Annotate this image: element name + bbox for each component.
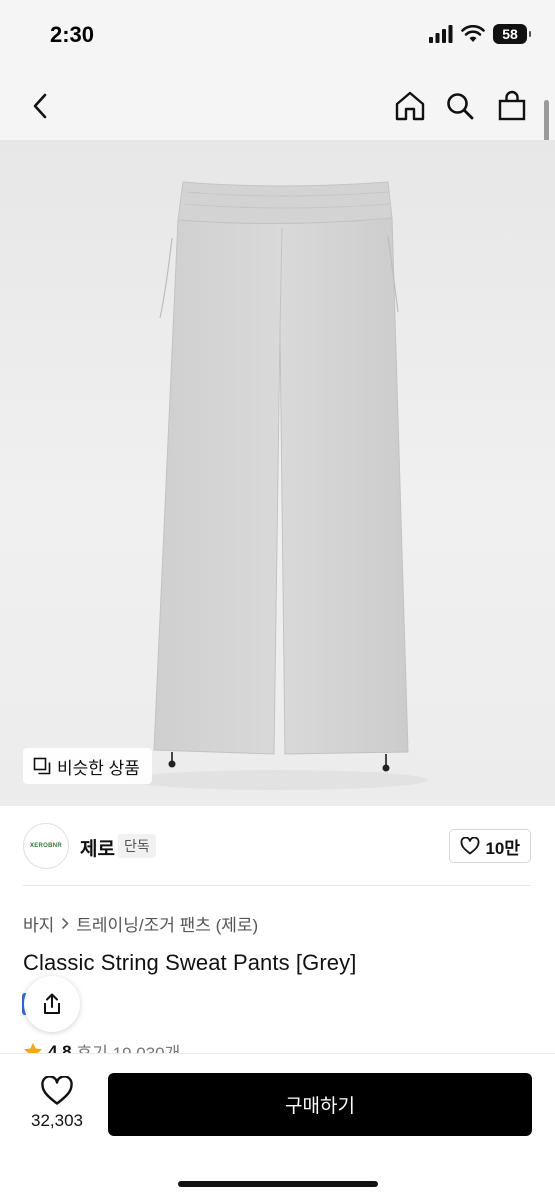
breadcrumb: 바지 트레이닝/조거 팬츠 (제로) xyxy=(23,911,258,936)
shopping-bag-icon xyxy=(498,90,526,121)
buy-button[interactable]: 구매하기 xyxy=(108,1073,532,1136)
share-icon xyxy=(44,993,60,1014)
breadcrumb-category[interactable]: 바지 xyxy=(23,911,54,936)
back-button[interactable] xyxy=(18,84,62,128)
brand-logo-text: XEROBNR xyxy=(29,843,63,849)
home-indicator xyxy=(178,1181,378,1187)
brand-like-count: 10만 xyxy=(485,838,520,858)
breadcrumb-subcategory[interactable]: 트레이닝/조거 팬츠 (제로) xyxy=(76,911,258,936)
product-image[interactable]: 비슷한 상품 xyxy=(0,140,555,806)
status-icons: 58 xyxy=(429,24,531,44)
status-bar: 2:30 58 xyxy=(0,0,555,72)
product-title: Classic String Sweat Pants [Grey] xyxy=(23,950,357,975)
status-time: 2:30 xyxy=(50,22,95,47)
brand-like-button[interactable]: 10만 xyxy=(449,829,531,863)
share-button[interactable] xyxy=(24,976,80,1032)
top-nav-bar xyxy=(0,72,555,140)
exclusive-badge: 단독 xyxy=(118,834,156,858)
copy-icon xyxy=(33,757,51,775)
similar-products-label: 비슷한 상품 xyxy=(57,758,140,778)
home-button[interactable] xyxy=(388,84,432,128)
heart-icon xyxy=(461,837,480,855)
heart-icon xyxy=(41,1076,73,1105)
wifi-icon xyxy=(461,25,485,42)
brand-logo[interactable]: XEROBNR xyxy=(23,823,69,869)
divider xyxy=(23,885,531,886)
search-button[interactable] xyxy=(438,84,482,128)
battery-icon: 58 xyxy=(493,24,531,44)
home-icon xyxy=(395,91,425,121)
signal-icon xyxy=(429,25,453,43)
search-icon xyxy=(447,93,474,120)
similar-products-button[interactable]: 비슷한 상품 xyxy=(23,748,152,784)
brand-name[interactable]: 제로 xyxy=(80,834,115,861)
brand-row: XEROBNR 제로 단독 10만 xyxy=(0,806,555,886)
sweatpants-image xyxy=(128,181,428,790)
chevron-right-icon xyxy=(62,917,69,930)
back-arrow-icon xyxy=(33,93,47,119)
bottom-action-bar: 32,303 구매하기 xyxy=(0,1053,555,1200)
cart-button[interactable] xyxy=(490,84,534,128)
wishlist-count: 32,303 xyxy=(31,1111,83,1130)
